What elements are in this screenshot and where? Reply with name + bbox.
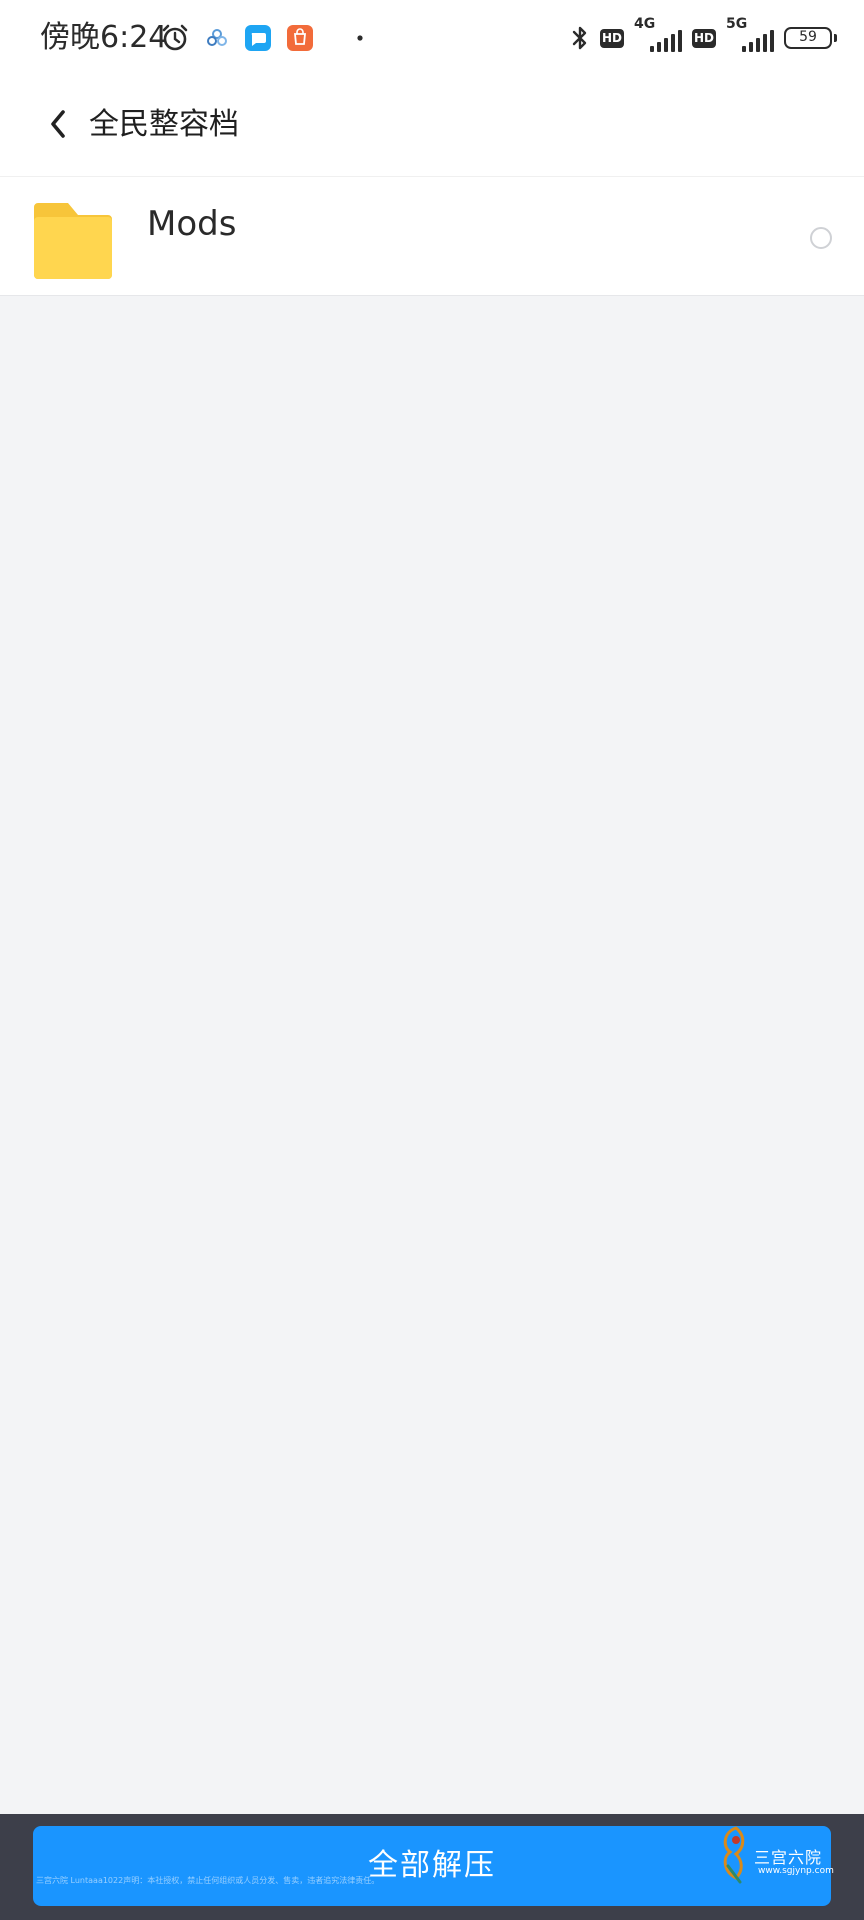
watermark-url: www.sgjynp.com [758,1866,834,1876]
watermark-logo: 三宫六院 www.sgjynp.com [714,1822,834,1888]
cloud-app-icon [204,25,230,51]
notification-dot-icon [356,34,364,42]
list-item[interactable]: Mods [0,177,864,295]
file-name: Mods [147,204,237,244]
status-right-icons: HD 4G HD 5G 59 [570,16,837,58]
file-list: Mods [0,176,864,296]
screen: 傍晚6:24 HD 4G HD 5G 59 全民整容档 Mods 全部解压 三宫… [0,0,864,1920]
back-button[interactable] [30,98,86,154]
status-left-icons [160,20,364,56]
watermark-disclaimer: 三宫六院 Luntaaa1022声明：本社授权，禁止任何组织或人员分发、售卖，违… [36,1876,380,1885]
hd-icon: HD [600,28,624,48]
page-title: 全民整容档 [89,107,239,142]
app-header: 全民整容档 [0,76,864,176]
folder-icon [32,201,114,281]
signal-icon-5g: 5G [726,16,774,56]
alarm-icon [160,23,190,53]
chat-app-icon [244,24,272,52]
extract-all-button[interactable]: 全部解压 [33,1826,831,1906]
signal-icon-4g: 4G [634,16,682,56]
shop-app-icon [286,24,314,52]
signal-bars [650,30,682,52]
empty-content-area [0,296,864,1814]
status-bar: 傍晚6:24 HD 4G HD 5G 59 [0,0,864,76]
select-radio[interactable] [810,227,832,249]
battery-icon: 59 [784,27,837,49]
status-time: 傍晚6:24 [40,20,168,55]
chevron-left-icon [46,108,70,144]
bluetooth-icon [570,23,590,53]
signal-bars [742,30,774,52]
hd-icon: HD [692,28,716,48]
watermark-text: 三宫六院 [754,1848,823,1867]
bottom-action-bar: 全部解压 三宫六院 Luntaaa1022声明：本社授权，禁止任何组织或人员分发… [0,1814,864,1920]
